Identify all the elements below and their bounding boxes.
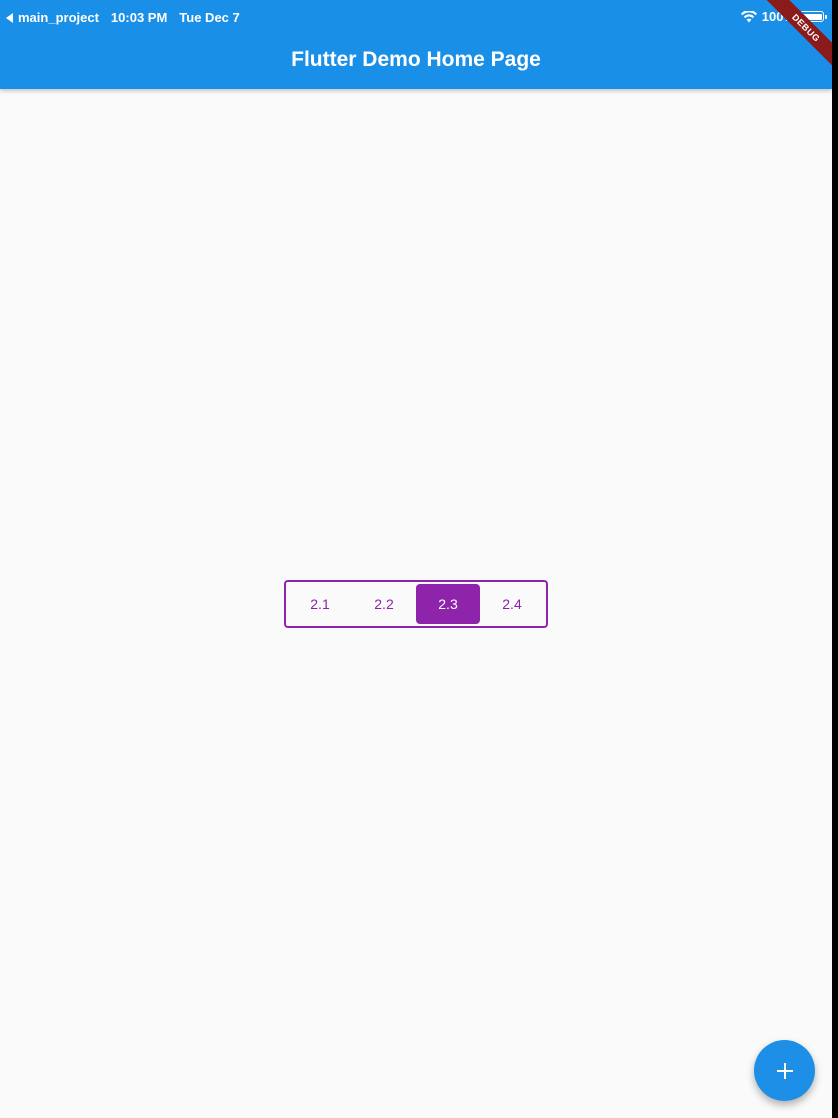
wifi-icon: [740, 10, 757, 22]
status-left: main_project 10:03 PM Tue Dec 7: [6, 10, 240, 25]
app-screen: main_project 10:03 PM Tue Dec 7 100% Flu…: [0, 0, 832, 1118]
page-title: Flutter Demo Home Page: [291, 48, 541, 71]
toggle-button-group: 2.1 2.2 2.3 2.4: [284, 580, 548, 628]
battery-tip: [825, 15, 827, 19]
app-bar: main_project 10:03 PM Tue Dec 7 100% Flu…: [0, 0, 832, 89]
back-arrow-icon[interactable]: [6, 12, 13, 23]
toggle-button-2-2[interactable]: 2.2: [352, 584, 416, 624]
status-date: Tue Dec 7: [179, 10, 240, 25]
status-bar: main_project 10:03 PM Tue Dec 7 100%: [0, 6, 832, 30]
status-time: 10:03 PM: [110, 10, 168, 25]
screen-edge: [832, 0, 838, 1118]
plus-icon: [776, 1062, 793, 1079]
back-app-label[interactable]: main_project: [18, 10, 99, 25]
toggle-button-2-3[interactable]: 2.3: [416, 584, 480, 624]
add-fab-button[interactable]: [754, 1040, 815, 1101]
toggle-button-2-4[interactable]: 2.4: [480, 584, 544, 624]
toggle-button-2-1[interactable]: 2.1: [288, 584, 352, 624]
